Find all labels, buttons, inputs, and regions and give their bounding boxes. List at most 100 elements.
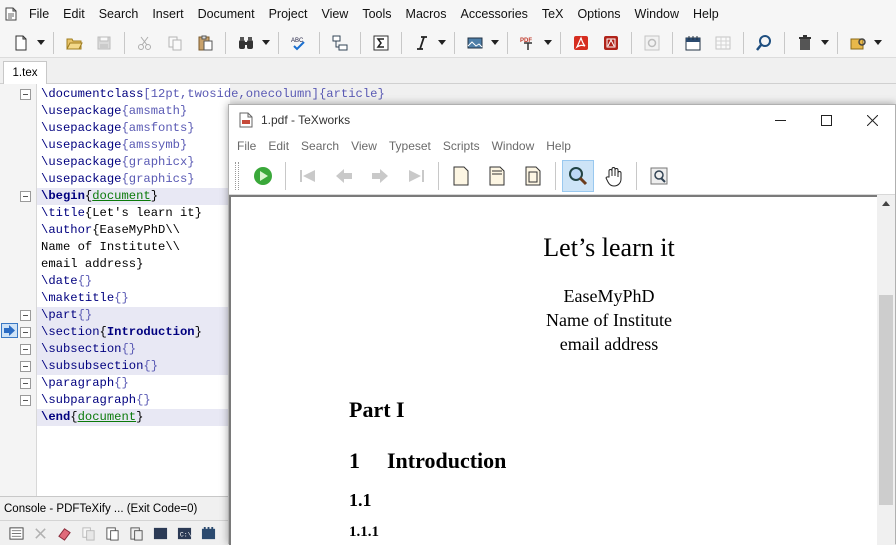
toolbar-grip[interactable]: [235, 161, 239, 190]
tw-menu-scripts[interactable]: Scripts: [437, 139, 486, 153]
menu-file[interactable]: File: [22, 0, 56, 28]
package-icon[interactable]: [845, 31, 871, 55]
fold-toggle-icon[interactable]: [20, 344, 31, 355]
code-line[interactable]: \section{Introduction}: [20, 324, 230, 341]
tw-menu-edit[interactable]: Edit: [262, 139, 295, 153]
code-line[interactable]: email address}: [37, 256, 230, 273]
acrobat-icon[interactable]: [568, 31, 594, 55]
grid-icon[interactable]: [710, 31, 736, 55]
close-icon[interactable]: [29, 521, 51, 545]
code-line[interactable]: \paragraph{}: [20, 375, 230, 392]
code-line[interactable]: \usepackage{graphicx}: [37, 154, 230, 171]
fold-toggle-icon[interactable]: [20, 191, 31, 202]
console-icon[interactable]: [5, 521, 27, 545]
settings-icon[interactable]: [639, 31, 665, 55]
close-button[interactable]: [849, 105, 895, 135]
menu-project[interactable]: Project: [262, 0, 315, 28]
code-line[interactable]: \usepackage{graphics}: [37, 171, 230, 188]
chevron-down-icon[interactable]: [36, 31, 46, 55]
previous-page-icon[interactable]: [328, 160, 360, 192]
document-icon[interactable]: [0, 0, 22, 28]
line-gutter[interactable]: [0, 84, 37, 496]
copy-icon[interactable]: [162, 31, 188, 55]
code-line[interactable]: \usepackage{amsmath}: [37, 103, 230, 120]
tab-1-tex[interactable]: 1.tex: [3, 61, 47, 84]
eraser-icon[interactable]: [53, 521, 75, 545]
fold-toggle-icon[interactable]: [20, 378, 31, 389]
code-line[interactable]: \title{Let's learn it}: [37, 205, 230, 222]
menu-tools[interactable]: Tools: [355, 0, 398, 28]
tw-menu-typeset[interactable]: Typeset: [383, 139, 437, 153]
pdf-tex-icon[interactable]: PDF: [515, 31, 541, 55]
chevron-down-icon[interactable]: [437, 31, 447, 55]
fold-toggle-icon[interactable]: [20, 310, 31, 321]
menu-options[interactable]: Options: [570, 0, 627, 28]
tw-menu-file[interactable]: File: [231, 139, 262, 153]
menu-tex[interactable]: TeX: [535, 0, 571, 28]
fit-window-icon[interactable]: [517, 160, 549, 192]
code-line[interactable]: \author{EaseMyPhD\\: [37, 222, 230, 239]
search-icon[interactable]: [751, 31, 777, 55]
code-editor[interactable]: \documentclass[12pt,twoside,onecolumn]{a…: [0, 84, 385, 496]
typeset-play-icon[interactable]: [247, 160, 279, 192]
code-line[interactable]: \subsection{}: [20, 341, 230, 358]
menu-insert[interactable]: Insert: [145, 0, 190, 28]
fold-toggle-icon[interactable]: [20, 89, 31, 100]
chevron-down-icon[interactable]: [261, 31, 271, 55]
acrobat-shield-icon[interactable]: [598, 31, 624, 55]
code-line[interactable]: \end{document}: [37, 409, 230, 426]
menu-window[interactable]: Window: [628, 0, 686, 28]
menu-view[interactable]: View: [314, 0, 355, 28]
chevron-down-icon[interactable]: [543, 31, 553, 55]
menu-document[interactable]: Document: [191, 0, 262, 28]
terminal-icon[interactable]: [149, 521, 171, 545]
menu-accessories[interactable]: Accessories: [454, 0, 535, 28]
minimize-button[interactable]: [757, 105, 803, 135]
pdf-vertical-scrollbar[interactable]: [877, 195, 895, 545]
chevron-down-icon[interactable]: [820, 31, 830, 55]
last-page-icon[interactable]: [400, 160, 432, 192]
code-line[interactable]: \usepackage{amsfonts}: [37, 120, 230, 137]
fit-width-icon[interactable]: [481, 160, 513, 192]
sigma-icon[interactable]: [368, 31, 394, 55]
paste-icon[interactable]: [101, 521, 123, 545]
save-icon[interactable]: [91, 31, 117, 55]
next-page-icon[interactable]: [364, 160, 396, 192]
tools-icon[interactable]: [197, 521, 219, 545]
pdf-preview[interactable]: Let’s learn it EaseMyPhD Name of Institu…: [229, 195, 877, 545]
actual-size-icon[interactable]: [445, 160, 477, 192]
spellcheck-icon[interactable]: ABC: [286, 31, 312, 55]
cut-icon[interactable]: [132, 31, 158, 55]
maximize-button[interactable]: [803, 105, 849, 135]
tw-menu-help[interactable]: Help: [540, 139, 577, 153]
first-page-icon[interactable]: [292, 160, 324, 192]
scroll-up-icon[interactable]: [877, 195, 895, 212]
fold-toggle-icon[interactable]: [20, 361, 31, 372]
find-icon[interactable]: [233, 31, 259, 55]
code-line[interactable]: \maketitle{}: [37, 290, 230, 307]
texworks-titlebar[interactable]: 1.pdf - TeXworks: [229, 105, 895, 135]
calendar-icon[interactable]: [680, 31, 706, 55]
menu-help[interactable]: Help: [686, 0, 726, 28]
code-line[interactable]: \date{}: [37, 273, 230, 290]
code-line[interactable]: \subsubsection{}: [20, 358, 230, 375]
tw-menu-window[interactable]: Window: [486, 139, 541, 153]
scrollbar-thumb[interactable]: [879, 295, 893, 505]
open-folder-icon[interactable]: [61, 31, 87, 55]
code-line[interactable]: \documentclass[12pt,twoside,onecolumn]{a…: [20, 86, 385, 103]
trash-icon[interactable]: [792, 31, 818, 55]
code-line[interactable]: Name of Institute\\: [37, 239, 230, 256]
code-line[interactable]: \begin{document}: [20, 188, 230, 205]
structure-icon[interactable]: [327, 31, 353, 55]
copy-all-icon[interactable]: [125, 521, 147, 545]
menu-macros[interactable]: Macros: [399, 0, 454, 28]
menu-edit[interactable]: Edit: [56, 0, 92, 28]
menu-search[interactable]: Search: [92, 0, 146, 28]
find-document-icon[interactable]: [643, 160, 675, 192]
cmd-icon[interactable]: C:\: [173, 521, 195, 545]
image-icon[interactable]: [462, 31, 488, 55]
code-line[interactable]: \part{}: [20, 307, 230, 324]
fold-toggle-icon[interactable]: [20, 327, 31, 338]
magnifier-icon[interactable]: [562, 159, 594, 192]
fold-toggle-icon[interactable]: [20, 395, 31, 406]
